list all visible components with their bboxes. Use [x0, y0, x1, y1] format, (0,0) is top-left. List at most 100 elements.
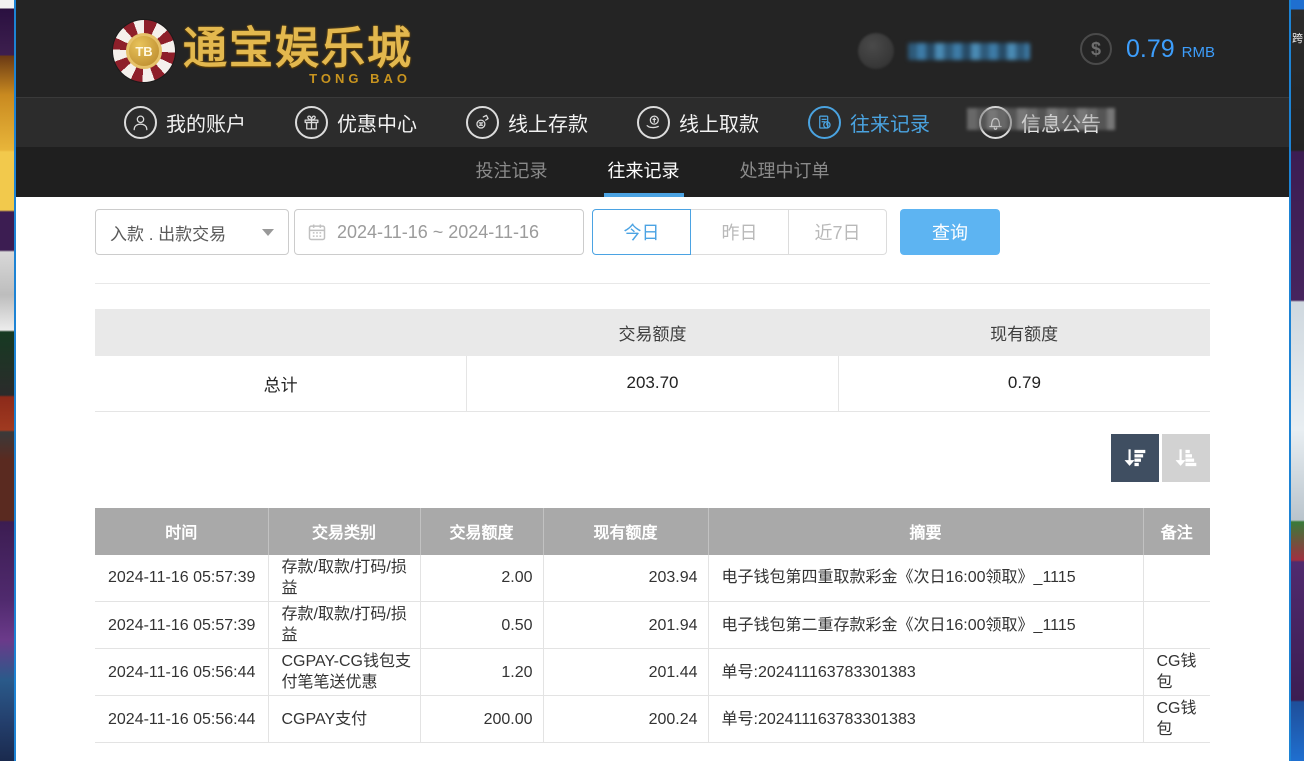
col-header-trade-amount: 交易额度 [420, 508, 543, 555]
deposit-icon [466, 106, 499, 139]
summary-header-row: 交易额度 现有额度 [95, 309, 1210, 356]
search-button[interactable]: 查询 [900, 209, 1000, 255]
summary-total-row: 总计 203.70 0.79 [95, 356, 1210, 411]
chevron-down-icon [262, 229, 274, 236]
col-header-category: 交易类别 [268, 508, 420, 555]
cell-current-amount: 201.44 [543, 649, 708, 696]
balance-display[interactable]: $ 0.79 RMB [1080, 33, 1215, 65]
cell-remark [1143, 555, 1210, 602]
sort-controls [95, 434, 1210, 482]
user-info[interactable] [858, 33, 1030, 69]
logo-name-cn: 通宝娱乐城 [183, 20, 413, 78]
yesterday-button[interactable]: 昨日 [690, 209, 789, 255]
background-window-left-strip [0, 0, 14, 761]
col-header-summary: 摘要 [708, 508, 1143, 555]
calendar-icon [307, 222, 327, 242]
cell-remark: CG钱包 [1143, 696, 1210, 743]
cell-summary: 电子钱包第四重取款彩金《次日16:00领取》_1115 [708, 555, 1143, 602]
cell-trade-amount: 0.50 [420, 602, 543, 649]
date-range-value: 2024-11-16 ~ 2024-11-16 [337, 222, 539, 243]
date-range-picker[interactable]: 2024-11-16 ~ 2024-11-16 [294, 209, 584, 255]
main-nav: 我的账户 优惠中心 线上存款 线上取款 [16, 97, 1289, 147]
cell-time: 2024-11-16 05:56:44 [95, 696, 268, 743]
balance-amount: 0.79 [1126, 35, 1175, 64]
cell-time: 2024-11-16 05:57:39 [95, 555, 268, 602]
balance-currency: RMB [1182, 38, 1215, 61]
tab-transaction-records[interactable]: 往来记录 [590, 147, 698, 197]
last7days-button[interactable]: 近7日 [788, 209, 887, 255]
today-button[interactable]: 今日 [592, 209, 691, 255]
col-header-remark: 备注 [1143, 508, 1210, 555]
cell-time: 2024-11-16 05:56:44 [95, 649, 268, 696]
records-table: 时间 交易类别 交易额度 现有额度 摘要 备注 2024-11-16 05:57… [95, 508, 1210, 744]
content-area: 入款 . 出款交易 2024-11-16 ~ 2024-11-16 今日 昨日 … [16, 197, 1289, 761]
record-tabbar: 投注记录 往来记录 处理中订单 [16, 147, 1289, 197]
logo-name-en: TONG BAO [309, 71, 411, 86]
page: 跨 TB 通宝娱乐城 TONG BAO $ 0.79 RMB [0, 0, 1304, 761]
cell-current-amount: 203.94 [543, 555, 708, 602]
nav-item-withdraw[interactable]: 线上取款 [637, 106, 759, 139]
col-header-current-amount: 现有额度 [543, 508, 708, 555]
cell-remark: CG钱包 [1143, 649, 1210, 696]
tab-pending-orders[interactable]: 处理中订单 [722, 147, 848, 197]
cell-trade-amount: 200.00 [420, 696, 543, 743]
table-row: 2024-11-16 05:56:44 CGPAY支付 200.00 200.2… [95, 696, 1210, 743]
main-window: TB 通宝娱乐城 TONG BAO $ 0.79 RMB [16, 0, 1289, 761]
quick-range-group: 今日 昨日 近7日 [592, 209, 887, 255]
transaction-type-select[interactable]: 入款 . 出款交易 [95, 209, 289, 255]
chip-label: TB [126, 33, 162, 69]
nav-item-transaction-records[interactable]: 往来记录 [808, 106, 930, 139]
cell-trade-amount: 2.00 [420, 555, 543, 602]
cell-remark [1143, 602, 1210, 649]
cell-time: 2024-11-16 05:57:39 [95, 602, 268, 649]
background-text: 跨 [1292, 30, 1303, 46]
summary-header-empty [95, 309, 467, 356]
cell-summary: 单号:202411163783301383 [708, 696, 1143, 743]
tab-betting-records[interactable]: 投注记录 [458, 147, 566, 197]
filter-bar: 入款 . 出款交易 2024-11-16 ~ 2024-11-16 今日 昨日 … [95, 209, 1210, 255]
background-window-right-strip: 跨 [1291, 0, 1304, 761]
cell-category: CGPAY-CG钱包支付笔笔送优惠 [268, 649, 420, 696]
nav-item-announcements[interactable]: 信息公告 [979, 106, 1101, 139]
table-row: 2024-11-16 05:56:44 CGPAY-CG钱包支付笔笔送优惠 1.… [95, 649, 1210, 696]
username-blurred [908, 43, 1030, 60]
cell-category: CGPAY支付 [268, 696, 420, 743]
col-header-time: 时间 [95, 508, 268, 555]
sort-descending-icon [1122, 445, 1148, 471]
casino-chip-icon: TB [113, 20, 175, 82]
bell-icon [979, 106, 1012, 139]
gift-icon [295, 106, 328, 139]
cell-trade-amount: 1.20 [420, 649, 543, 696]
summary-table: 交易额度 现有额度 总计 203.70 0.79 [95, 309, 1210, 412]
site-logo[interactable]: TB 通宝娱乐城 TONG BAO [113, 20, 413, 82]
cell-summary: 电子钱包第二重存款彩金《次日16:00领取》_1115 [708, 602, 1143, 649]
cell-current-amount: 201.94 [543, 602, 708, 649]
transaction-type-value: 入款 . 出款交易 [110, 220, 226, 245]
cell-summary: 单号:202411163783301383 [708, 649, 1143, 696]
sort-ascending-icon [1173, 445, 1199, 471]
sort-descending-button[interactable] [1111, 434, 1159, 482]
sort-ascending-button[interactable] [1162, 434, 1210, 482]
cell-category: 存款/取款/打码/损益 [268, 555, 420, 602]
summary-header-current-amount: 现有额度 [838, 309, 1210, 356]
summary-header-trade-amount: 交易额度 [467, 309, 839, 356]
logo-text: 通宝娱乐城 TONG BAO [183, 20, 413, 78]
nav-item-my-account[interactable]: 我的账户 [124, 106, 246, 139]
summary-total-label: 总计 [95, 356, 467, 411]
records-header-row: 时间 交易类别 交易额度 现有额度 摘要 备注 [95, 508, 1210, 555]
right-window-border [1289, 0, 1291, 761]
cell-current-amount: 200.24 [543, 696, 708, 743]
nav-item-deposit[interactable]: 线上存款 [466, 106, 588, 139]
cell-category: 存款/取款/打码/损益 [268, 602, 420, 649]
table-row: 2024-11-16 05:57:39 存款/取款/打码/损益 0.50 201… [95, 602, 1210, 649]
nav-item-promotions[interactable]: 优惠中心 [295, 106, 417, 139]
dollar-icon: $ [1080, 33, 1112, 65]
user-icon [124, 106, 157, 139]
section-divider [95, 283, 1210, 284]
avatar [858, 33, 894, 69]
site-header: TB 通宝娱乐城 TONG BAO $ 0.79 RMB [16, 0, 1289, 97]
summary-total-trade-amount: 203.70 [467, 356, 839, 411]
withdraw-icon [637, 106, 670, 139]
records-icon [808, 106, 841, 139]
summary-total-current-amount: 0.79 [838, 356, 1210, 411]
